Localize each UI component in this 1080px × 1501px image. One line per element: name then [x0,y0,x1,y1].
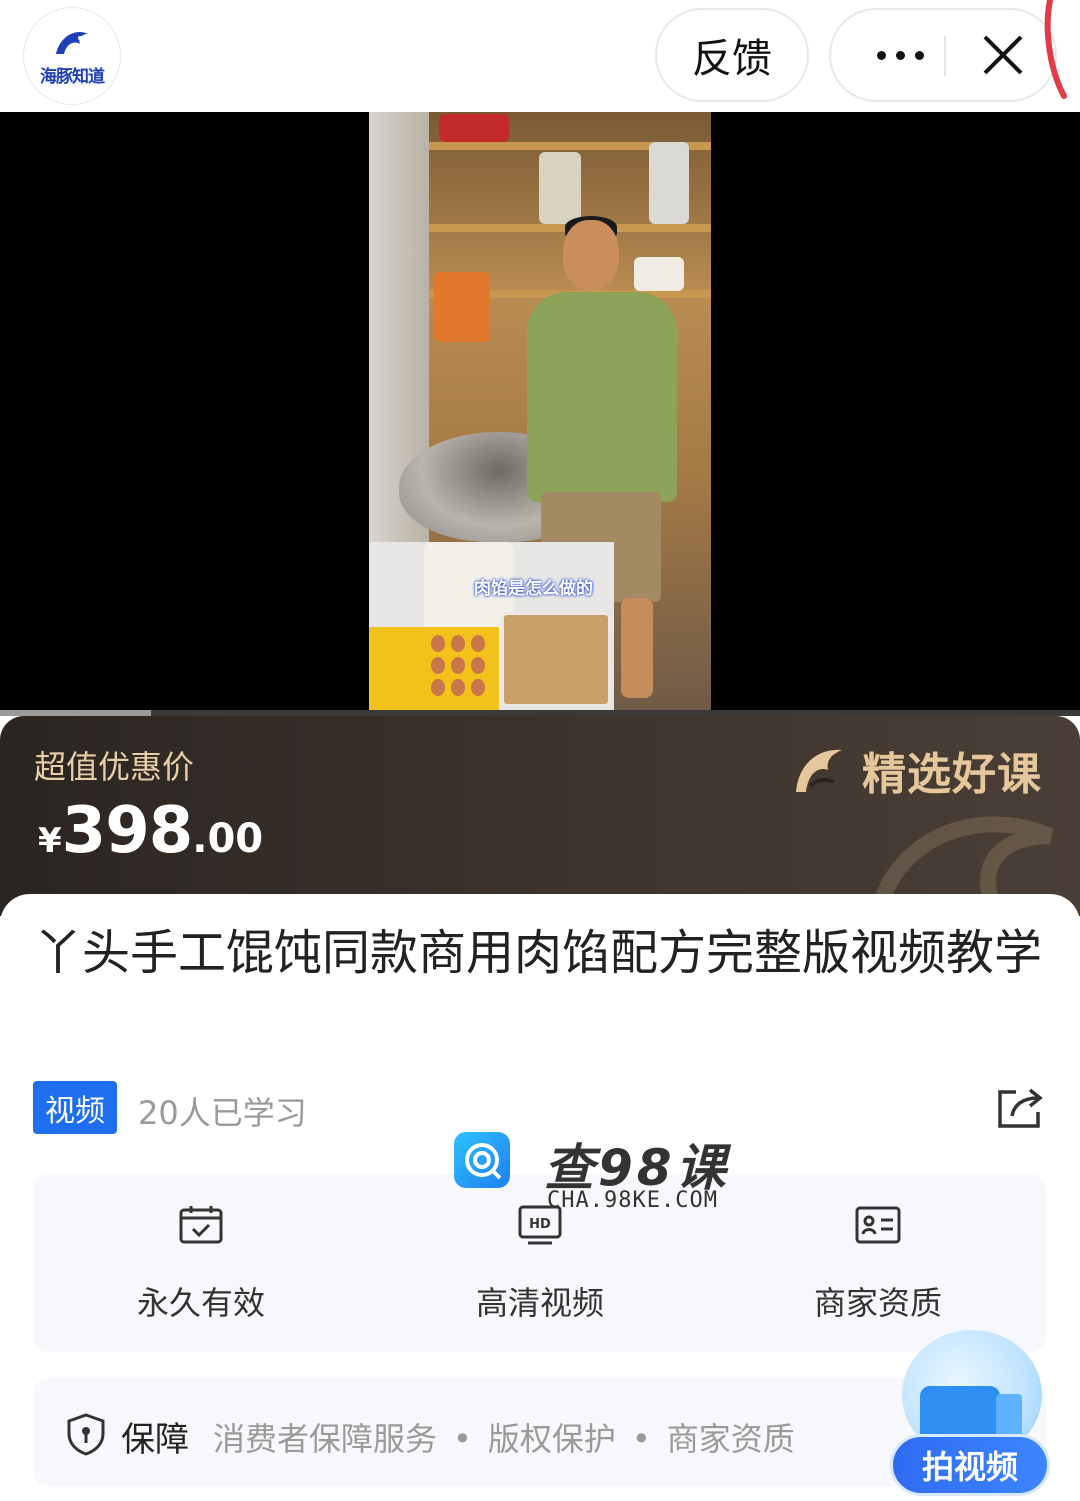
mini-program-capsule [829,8,1057,102]
guarantee-item: 版权保护 [487,1420,616,1458]
guarantee-items: 消费者保障服务 • 版权保护 • 商家资质 [213,1414,795,1460]
person-leg [621,598,653,698]
shield-icon [67,1413,105,1456]
more-dot-icon [914,50,924,60]
feature-label: 高清视频 [475,1284,604,1322]
feedback-button[interactable]: 反馈 [655,8,809,102]
breadcrumb-tray [501,612,611,707]
shelf-item [539,152,581,224]
app-logo: 海豚知道 [24,8,120,104]
video-player[interactable]: 肉馅是怎么做的 [0,112,1080,716]
capsule-divider [944,36,946,76]
svg-text:HD: HD [529,1217,551,1232]
feature-label: 永久有效 [136,1284,265,1322]
video-subtitle: 肉馅是怎么做的 [474,579,593,599]
calendar-check-icon [179,1206,223,1244]
pen-mark-decoration [1044,0,1067,99]
shelf-item [439,114,509,142]
guarantee-item: 商家资质 [666,1420,795,1458]
shelf-item [649,142,689,224]
close-icon [983,35,1023,75]
dolphin-icon [56,31,88,54]
separator-dot: • [453,1420,472,1458]
record-video-label: 拍视频 [890,1434,1050,1496]
price-currency: ¥ [38,821,62,861]
dolphin-icon [796,749,842,792]
shelf-item [634,257,684,291]
feature-permanent: 永久有效 [81,1204,321,1324]
featured-badge: 精选好课 [790,738,1042,802]
watermark: 查98课 CHA.98KE.COM [454,1128,754,1218]
more-dot-icon [876,50,886,60]
price-integer: 398 [61,794,194,868]
feature-merchant: 商家资质 [758,1204,998,1324]
watermark-logo-icon [454,1132,510,1188]
course-title: 丫头手工馄饨同款商用肉馅配方完整版视频教学 [34,925,1043,981]
watermark-url: CHA.98KE.COM [547,1188,718,1213]
more-dot-icon [895,50,905,60]
price-label: 超值优惠价 [34,748,195,786]
guarantee-title: 保障 [121,1420,189,1460]
more-menu-button[interactable] [855,10,945,100]
price-banner: 超值优惠价 ¥398.00 精选好课 [0,716,1080,916]
feature-hd: HD 高清视频 [420,1204,660,1324]
id-card-icon [855,1206,901,1244]
close-button[interactable] [961,10,1045,100]
video-frame[interactable]: 肉馅是怎么做的 [369,112,711,716]
price-decimal: .00 [192,816,264,862]
record-video-button[interactable]: 拍视频 [888,1330,1058,1498]
share-icon[interactable] [994,1086,1044,1132]
person-shirt [527,292,677,502]
learner-count: 20人已学习 [138,1094,307,1132]
badge-text: 精选好课 [862,749,1042,800]
top-bar: 海豚知道 反馈 [0,0,1080,112]
separator-dot: • [631,1420,651,1458]
feature-label: 商家资质 [813,1284,942,1322]
price: ¥398.00 [38,794,263,868]
content-type-tag: 视频 [33,1081,117,1134]
egg-tray [369,627,499,716]
camera-lens-icon [996,1394,1022,1438]
shelf-item [434,272,490,342]
logo-text: 海豚知道 [40,66,105,87]
guarantee-item: 消费者保障服务 [213,1420,438,1458]
person-head [563,220,619,290]
